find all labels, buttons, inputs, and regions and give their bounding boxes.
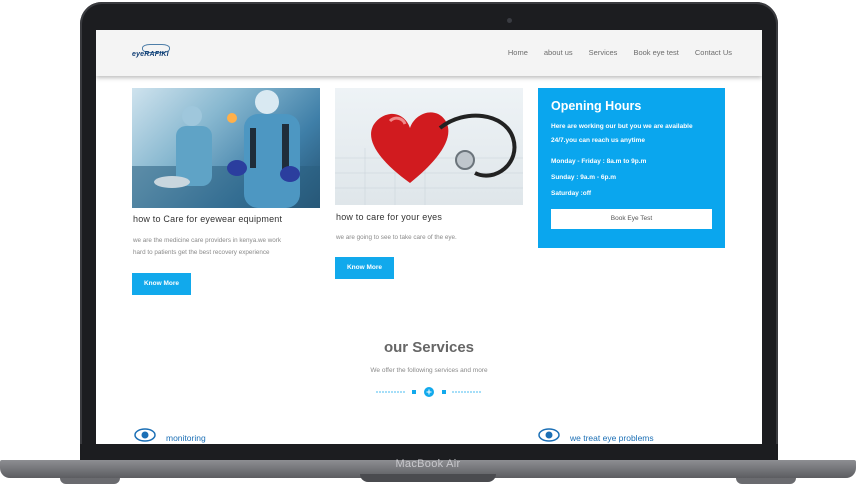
card-text: we are going to see to take care of the … — [336, 232, 457, 244]
nav-contact-us[interactable]: Contact Us — [695, 48, 732, 57]
services-subtitle: We offer the following services and more — [370, 367, 488, 374]
card-text-line: hard to patients get the best recovery e… — [133, 249, 270, 256]
opening-hours-panel: Opening Hours Here are working our but y… — [538, 88, 725, 248]
card-text-line: we are the medicine care providers in ke… — [133, 237, 282, 244]
hours-schedule-line: Sunday : 9a.m - 6p.m — [551, 174, 617, 181]
services-title: our Services — [383, 339, 475, 356]
section-divider — [376, 384, 482, 397]
screen: eyeRAFIKI Home about us Services Book ey… — [96, 30, 762, 444]
site-logo[interactable]: eyeRAFIKI — [132, 44, 180, 62]
nav-book-eye-test[interactable]: Book eye test — [633, 48, 678, 57]
hours-intro-line: Here are working our but you we are avai… — [551, 123, 693, 130]
laptop-notch — [360, 474, 496, 482]
card-title: how to care for your eyes — [336, 212, 443, 222]
logo-text: eyeRAFIKI — [132, 51, 169, 58]
laptop-foot — [736, 478, 796, 484]
service-item[interactable]: monitoring — [134, 428, 206, 444]
hours-intro-line: 24/7.you can reach us anytime — [551, 137, 645, 144]
camera-icon — [507, 18, 512, 23]
service-item-label: monitoring — [166, 432, 206, 443]
service-item[interactable]: we treat eye problems — [538, 428, 654, 444]
nav-home[interactable]: Home — [508, 48, 528, 57]
eye-icon — [134, 428, 156, 444]
service-item-label: we treat eye problems — [570, 432, 654, 443]
card-title: how to Care for eyewear equipment — [133, 214, 283, 224]
card-text: we are the medicine care providers in ke… — [133, 235, 281, 259]
nav-services[interactable]: Services — [589, 48, 618, 57]
know-more-button[interactable]: Know More — [335, 257, 394, 279]
book-eye-test-button[interactable]: Book Eye Test — [551, 209, 712, 229]
laptop-foot — [60, 478, 120, 484]
laptop-frame: eyeRAFIKI Home about us Services Book ey… — [0, 0, 856, 492]
hours-schedule-line: Monday - Friday : 8a.m to 9p.m — [551, 158, 647, 165]
know-more-button[interactable]: Know More — [132, 273, 191, 295]
nav-links: Home about us Services Book eye test Con… — [508, 48, 732, 57]
opening-hours-title: Opening Hours — [551, 99, 642, 113]
site-navbar: eyeRAFIKI Home about us Services Book ey… — [96, 30, 762, 76]
heart-stethoscope-image — [335, 88, 523, 205]
hours-schedule-line: Saturday :off — [551, 190, 592, 197]
eye-icon — [538, 428, 560, 444]
surgeons-image — [132, 88, 320, 208]
nav-about-us[interactable]: about us — [544, 48, 573, 57]
device-label: MacBook Air — [395, 458, 461, 470]
card-text-line: we are going to see to take care of the … — [336, 234, 457, 241]
